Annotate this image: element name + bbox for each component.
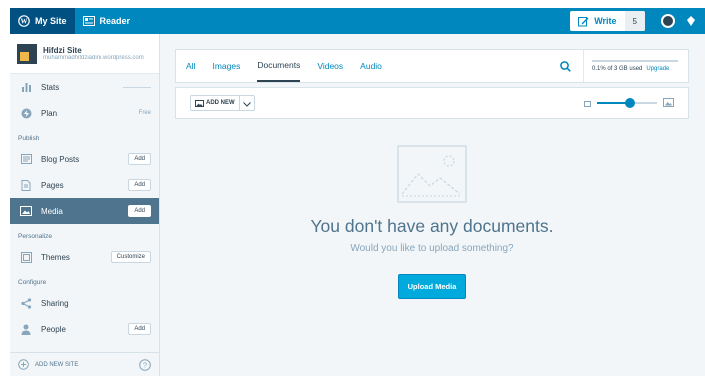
large-image-icon: [663, 94, 674, 112]
notifications-icon[interactable]: [685, 15, 697, 27]
wordpress-icon: W: [18, 15, 30, 27]
upgrade-link[interactable]: Upgrade: [646, 66, 669, 72]
site-name: Hifdzi Site: [43, 46, 82, 55]
add-page-button[interactable]: Add: [128, 179, 151, 191]
write-label: Write: [594, 16, 617, 26]
pencil-icon: [578, 16, 589, 27]
sidebar-item-blog-posts[interactable]: Blog Posts Add: [10, 146, 159, 172]
section-heading-personalize: Personalize: [18, 233, 52, 240]
add-new-dropdown[interactable]: [240, 94, 254, 112]
share-icon: [18, 297, 34, 309]
sidebar-item-stats[interactable]: Stats: [10, 74, 159, 100]
empty-subtitle: Would you like to upload something?: [350, 243, 514, 254]
add-post-button[interactable]: Add: [128, 153, 151, 165]
chevron-down-icon: [242, 94, 251, 112]
sidebar-item-plan[interactable]: Plan Free: [10, 100, 159, 126]
add-new-site-link[interactable]: ADD NEW SITE: [35, 362, 78, 368]
add-person-button[interactable]: Add: [128, 323, 151, 335]
empty-state: You don't have any documents. Would you …: [176, 144, 688, 299]
media-filter-bar: All Images Documents Videos Audio 0.1% o…: [176, 50, 688, 82]
media-toolbar: ADD NEW: [176, 88, 688, 118]
search-icon[interactable]: [560, 60, 571, 72]
thumbnail-size-slider[interactable]: [597, 98, 657, 108]
section-heading-publish: Publish: [18, 135, 40, 142]
sidebar-item-label: People: [41, 324, 66, 334]
sidebar-item-themes[interactable]: Themes Customize: [10, 244, 159, 270]
sidebar-item-label: Blog Posts: [41, 154, 80, 164]
write-button[interactable]: Write 5: [570, 11, 645, 31]
write-main[interactable]: Write: [570, 11, 624, 31]
my-site-label: My Site: [35, 16, 67, 26]
sidebar-item-label: Themes: [41, 252, 70, 262]
drafts-count[interactable]: 5: [624, 11, 645, 31]
empty-media-icon: [397, 145, 467, 203]
add-media-button[interactable]: Add: [128, 205, 151, 217]
add-new-main[interactable]: ADD NEW: [191, 95, 240, 111]
reader-label: Reader: [99, 16, 131, 26]
sidebar-item-media[interactable]: Media Add: [10, 198, 159, 224]
small-image-icon: [584, 94, 591, 112]
sidebar: Hifdzi Site muhammadhifdziadini.wordpres…: [10, 34, 160, 376]
media-icon: [18, 206, 34, 216]
svg-text:?: ?: [143, 360, 147, 369]
storage-meter: 0.1% of 3 GB used Upgrade: [583, 50, 678, 82]
person-icon: [18, 324, 34, 335]
avatar[interactable]: [661, 14, 675, 28]
site-url: muhammadhifdziadini.wordpress.com: [43, 55, 144, 61]
my-site-button[interactable]: W My Site: [10, 8, 75, 34]
tab-images[interactable]: Images: [212, 50, 240, 82]
upload-media-button[interactable]: Upload Media: [397, 274, 467, 299]
stats-icon: [18, 82, 34, 92]
sidebar-item-label: Stats: [41, 82, 60, 92]
sidebar-footer: ADD NEW SITE ?: [10, 352, 159, 376]
help-icon[interactable]: ?: [139, 358, 151, 371]
tab-videos[interactable]: Videos: [317, 50, 343, 82]
slider-handle[interactable]: [625, 98, 635, 108]
tab-documents[interactable]: Documents: [257, 50, 301, 82]
tab-audio[interactable]: Audio: [360, 50, 382, 82]
tab-all[interactable]: All: [186, 50, 195, 82]
section-heading-configure: Configure: [18, 279, 47, 286]
plan-badge: Free: [138, 110, 151, 116]
main-content: All Images Documents Videos Audio 0.1% o…: [160, 34, 705, 376]
sidebar-item-label: Media: [41, 206, 63, 216]
posts-icon: [18, 154, 34, 164]
customize-button[interactable]: Customize: [110, 251, 151, 263]
pages-icon: [18, 179, 34, 191]
storage-bar: [592, 60, 678, 62]
storage-usage: 0.1% of 3 GB used: [592, 66, 643, 72]
sidebar-item-sharing[interactable]: Sharing: [10, 290, 159, 316]
thumbnail-size-control: [584, 94, 674, 112]
themes-icon: [18, 251, 34, 263]
add-new-button[interactable]: ADD NEW: [190, 95, 255, 111]
sidebar-item-pages[interactable]: Pages Add: [10, 172, 159, 198]
site-card[interactable]: Hifdzi Site muhammadhifdziadini.wordpres…: [10, 34, 159, 74]
svg-text:W: W: [21, 18, 28, 26]
sidebar-item-label: Sharing: [41, 298, 69, 308]
sidebar-item-label: Plan: [41, 108, 58, 118]
stats-sparkline: [123, 86, 151, 88]
sidebar-item-people[interactable]: People Add: [10, 316, 159, 342]
site-icon: [17, 43, 37, 64]
reader-icon: [82, 16, 95, 26]
plan-icon: [18, 108, 34, 119]
image-add-icon: [195, 99, 204, 107]
empty-title: You don't have any documents.: [310, 216, 554, 236]
reader-button[interactable]: Reader: [75, 8, 139, 34]
masterbar: W My Site Reader Write 5: [10, 8, 705, 34]
add-new-label: ADD NEW: [206, 100, 235, 106]
sidebar-item-label: Pages: [41, 180, 64, 190]
plus-circle-icon[interactable]: [18, 359, 29, 370]
